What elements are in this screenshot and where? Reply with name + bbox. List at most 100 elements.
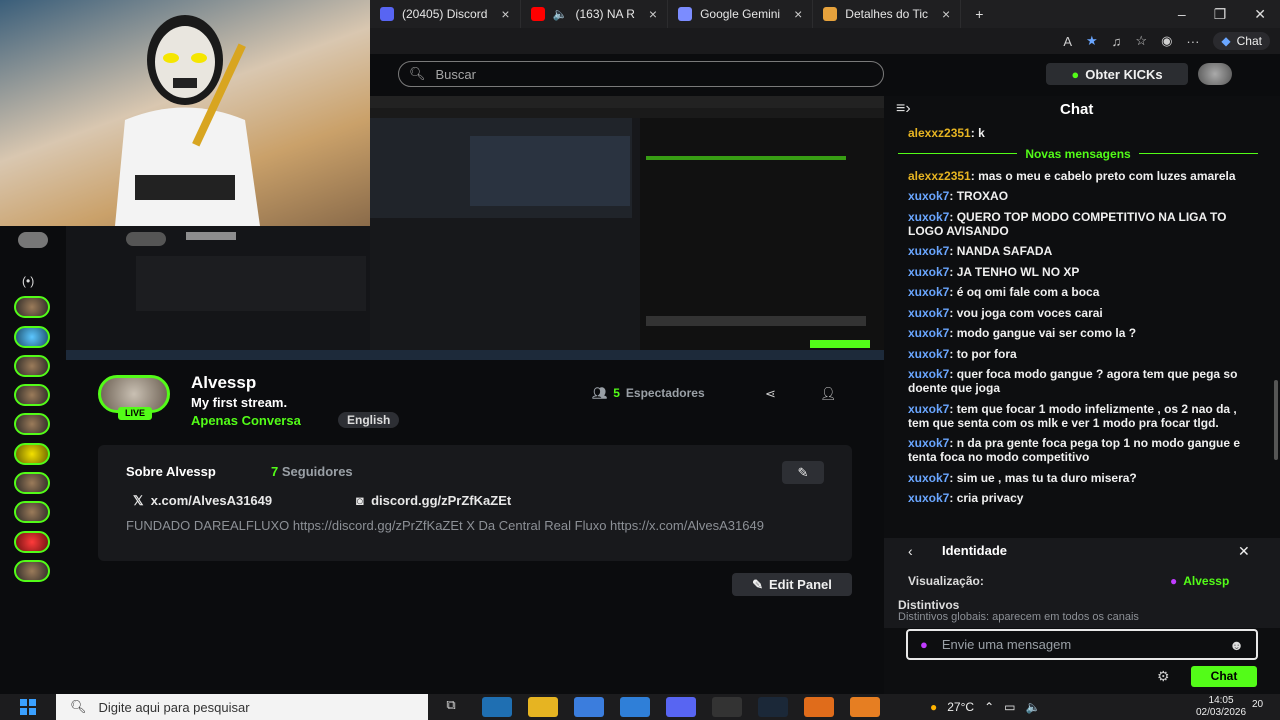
chat-settings-icon[interactable]: ⚙ [1157, 668, 1170, 685]
profile-icon[interactable]: ◉ [1161, 33, 1172, 49]
chat-message-text: modo gangue vai ser como la ? [956, 326, 1137, 340]
chat-username[interactable]: alexxz2351 [908, 126, 971, 140]
chat-username[interactable]: xuxok7 [908, 210, 949, 224]
favorite-star-icon[interactable]: ★ [1086, 33, 1098, 49]
close-icon[interactable]: × [794, 6, 802, 22]
discord-link[interactable]: ◙ discord.gg/zPrZfKaZEt [356, 493, 511, 508]
temperature[interactable]: 27°C [947, 700, 974, 714]
sidebar-channel-avatar[interactable] [14, 501, 50, 523]
close-icon[interactable]: ✕ [1238, 543, 1250, 560]
sidebar-channel-avatar[interactable] [14, 355, 50, 377]
sidebar-channel-avatar[interactable] [14, 326, 50, 348]
sidebar-channel-avatar[interactable] [14, 472, 50, 494]
taskbar-search-input[interactable]: 🔍︎ Digite aqui para pesquisar [56, 694, 428, 720]
chat-scrollbar[interactable] [1274, 380, 1278, 460]
chat-username[interactable]: alexxz2351 [908, 169, 971, 183]
get-kicks-button[interactable]: ● Obter KICKs [1046, 63, 1188, 85]
close-icon[interactable]: × [649, 6, 657, 22]
extensions-icon[interactable]: ♫ [1112, 34, 1122, 49]
emoji-icon[interactable]: ☻ [1229, 637, 1244, 653]
stream-preview-video[interactable] [370, 96, 884, 350]
chat-message: xuxok7: QUERO TOP MODO COMPETITIVO NA LI… [898, 210, 1258, 238]
task-view-icon[interactable]: ⧉ [436, 697, 466, 717]
chat-username[interactable]: xuxok7 [908, 244, 949, 258]
chat-username[interactable]: xuxok7 [908, 491, 949, 505]
chat-username[interactable]: xuxok7 [908, 306, 949, 320]
chat-username[interactable]: xuxok7 [908, 347, 949, 361]
weather-icon[interactable]: ● [930, 700, 937, 714]
sidebar-channel-avatar[interactable] [14, 443, 50, 465]
search-input[interactable]: 🔍︎ Buscar [398, 61, 884, 87]
discord-taskbar-icon[interactable] [666, 697, 696, 717]
edit-panel-button[interactable]: ✎ Edit Panel [732, 573, 852, 596]
x-link[interactable]: 𝕏 x.com/AlvesA31649 [133, 493, 272, 509]
pencil-icon: ✎ [752, 576, 764, 592]
tray-chevron-icon[interactable]: ⌃ [984, 700, 994, 714]
chat-username[interactable]: xuxok7 [908, 326, 949, 340]
chat-username[interactable]: xuxok7 [908, 265, 949, 279]
add-user-icon[interactable]: 👤︎ [820, 386, 837, 402]
sidebar-channel-avatar[interactable] [14, 413, 50, 435]
user-avatar[interactable] [1198, 63, 1232, 85]
close-icon[interactable]: × [501, 6, 509, 22]
sidebar-channel-avatar[interactable] [14, 384, 50, 406]
copilot-chat-button[interactable]: ◆ Chat [1213, 32, 1270, 50]
restore-icon[interactable]: ❐ [1200, 6, 1241, 23]
store-icon[interactable] [574, 697, 604, 717]
more-icon[interactable]: ··· [1186, 34, 1199, 49]
chat-message: xuxok7: quer foca modo gangue ? agora te… [898, 367, 1258, 395]
network-icon[interactable]: ▭ [1004, 700, 1015, 714]
obs-icon[interactable] [712, 697, 742, 717]
sidebar-channel-avatar[interactable] [14, 531, 50, 553]
chat-message-text: tem que focar 1 modo infelizmente , os 2… [908, 401, 1237, 430]
steam-icon[interactable] [758, 697, 788, 717]
chat-username[interactable]: xuxok7 [908, 436, 949, 450]
settings-taskbar-icon[interactable] [850, 697, 880, 717]
chat-message-text: to por fora [956, 346, 1017, 361]
read-aloud-icon[interactable]: A [1063, 34, 1072, 49]
tab-label: (20405) Discord [402, 7, 488, 21]
chat-username[interactable]: xuxok7 [908, 471, 949, 485]
chat-username[interactable]: xuxok7 [908, 189, 949, 203]
identity-badge-icon[interactable]: ● [920, 637, 928, 652]
search-placeholder: Buscar [435, 66, 476, 82]
tab-discord[interactable]: (20405) Discord × [370, 0, 521, 28]
volume-icon[interactable]: 🔈 [1025, 700, 1040, 714]
tab-ticket[interactable]: Detalhes do Tic × [813, 0, 962, 28]
folder-icon [823, 7, 838, 21]
new-messages-divider: Novas mensagens [898, 147, 1258, 161]
minimize-icon[interactable]: – [1164, 6, 1200, 22]
tab-youtube[interactable]: 🔈 (163) NA R × [521, 0, 669, 28]
close-window-icon[interactable]: ✕ [1240, 6, 1280, 23]
tab-gemini[interactable]: Google Gemini × [668, 0, 814, 28]
favorites-icon[interactable]: ☆ [1135, 33, 1147, 49]
edge-icon[interactable] [482, 697, 512, 717]
chat-username[interactable]: xuxok7 [908, 402, 949, 416]
close-icon[interactable]: × [942, 6, 950, 22]
edit-about-button[interactable]: ✎ [782, 461, 824, 484]
mail-icon[interactable] [620, 697, 650, 717]
chat-username[interactable]: xuxok7 [908, 367, 949, 381]
file-explorer-icon[interactable] [528, 697, 558, 717]
chat-message-input[interactable]: ● Envie uma mensagem ☻ [906, 629, 1258, 660]
collapse-chat-icon[interactable]: ≡› [896, 100, 911, 118]
about-description: FUNDADO DAREALFLUXO https://discord.gg/z… [126, 518, 764, 533]
sidebar-channel-avatar[interactable] [14, 560, 50, 582]
channel-name[interactable]: Alvessp [191, 373, 256, 393]
broadcast-icon[interactable]: (•) [22, 274, 34, 288]
chat-message: alexxz2351: k [898, 126, 1258, 140]
back-arrow-icon[interactable]: ‹ [908, 543, 913, 559]
speaker-icon[interactable]: 🔈 [553, 7, 568, 21]
app-icon[interactable] [804, 697, 834, 717]
sidebar-channel-avatar[interactable] [14, 296, 50, 318]
send-chat-button[interactable]: Chat [1191, 666, 1257, 687]
stream-category[interactable]: Apenas Conversa [191, 413, 301, 428]
share-icon[interactable]: ⋖ [765, 386, 776, 402]
new-tab-button[interactable]: + [961, 6, 997, 22]
taskbar-clock[interactable]: 14:05 02/03/2026 [1196, 695, 1246, 719]
sidebar-user-avatar[interactable] [18, 232, 48, 248]
chat-username[interactable]: xuxok7 [908, 285, 949, 299]
language-tag[interactable]: English [338, 412, 400, 428]
notifications-count[interactable]: 20 [1252, 699, 1263, 710]
windows-start-button[interactable] [0, 694, 56, 720]
